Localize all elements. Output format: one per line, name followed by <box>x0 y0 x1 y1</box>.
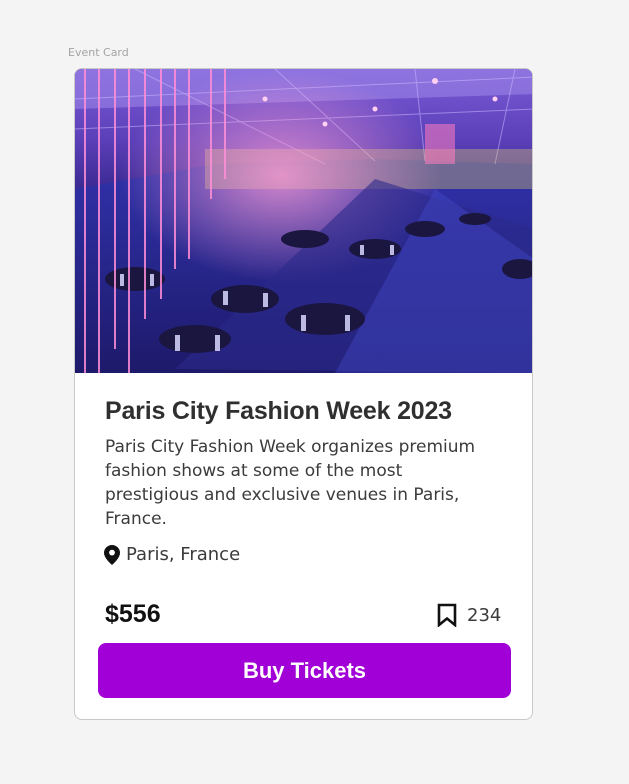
event-description: Paris City Fashion Week organizes premiu… <box>105 437 476 529</box>
buy-tickets-button[interactable]: Buy Tickets <box>98 643 511 698</box>
bookmark-button[interactable]: 234 <box>437 603 501 627</box>
event-price: $556 <box>105 600 161 628</box>
event-title: Paris City Fashion Week 2023 <box>105 397 452 425</box>
bookmark-icon[interactable] <box>437 603 457 627</box>
event-location: Paris, France <box>104 544 240 565</box>
map-pin-icon <box>104 544 120 565</box>
frame-label: Event Card <box>68 46 129 59</box>
event-image <box>75 69 532 373</box>
bookmark-count: 234 <box>467 604 502 626</box>
event-card[interactable]: Paris City Fashion Week 2023 Paris City … <box>74 68 533 720</box>
location-label: Paris, France <box>126 544 241 565</box>
